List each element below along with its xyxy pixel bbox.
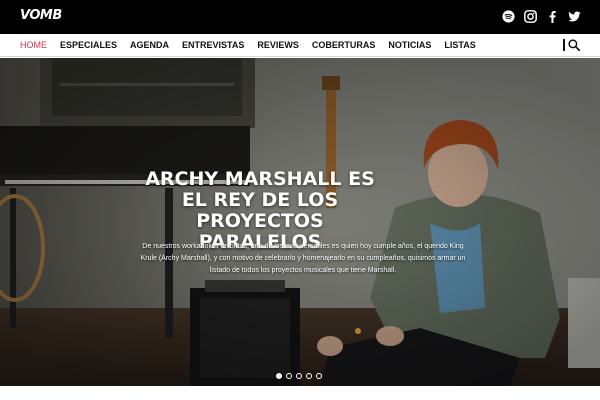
search-icon[interactable] bbox=[568, 39, 580, 51]
slider-dot-2[interactable] bbox=[286, 373, 292, 379]
instagram-icon[interactable] bbox=[524, 10, 537, 23]
hero-slider[interactable]: ARCHY MARSHALL ES EL REY DE LOS PROYECTO… bbox=[0, 58, 600, 386]
nav-item-reviews[interactable]: REVIEWS bbox=[257, 40, 299, 51]
slider-pagination bbox=[276, 373, 322, 379]
facebook-icon[interactable] bbox=[546, 10, 559, 23]
top-bar: VOMB bbox=[0, 0, 600, 34]
slider-dot-3[interactable] bbox=[296, 373, 302, 379]
nav-item-entrevistas[interactable]: ENTREVISTAS bbox=[182, 40, 244, 51]
slider-dot-4[interactable] bbox=[306, 373, 312, 379]
nav-item-especiales[interactable]: ESPECIALES bbox=[60, 40, 117, 51]
search-button[interactable] bbox=[563, 39, 580, 51]
slider-dot-1[interactable] bbox=[276, 373, 282, 379]
nav-menu: HOME ESPECIALES AGENDA ENTREVISTAS REVIE… bbox=[20, 40, 489, 51]
main-nav: HOME ESPECIALES AGENDA ENTREVISTAS REVIE… bbox=[0, 34, 600, 57]
hero-description: De nuestros workaholics favoritos, uno d… bbox=[140, 243, 466, 274]
nav-item-coberturas[interactable]: COBERTURAS bbox=[312, 40, 376, 51]
twitter-icon[interactable] bbox=[568, 10, 581, 23]
site-logo[interactable]: VOMB bbox=[20, 9, 62, 23]
spotify-icon[interactable] bbox=[502, 10, 515, 23]
slider-dot-5[interactable] bbox=[316, 373, 322, 379]
nav-item-listas[interactable]: LISTAS bbox=[444, 40, 475, 51]
nav-item-home[interactable]: HOME bbox=[20, 40, 47, 51]
search-divider bbox=[563, 39, 565, 51]
nav-item-agenda[interactable]: AGENDA bbox=[130, 40, 169, 51]
nav-item-noticias[interactable]: NOTICIAS bbox=[388, 40, 431, 51]
page-bottom-strip bbox=[0, 386, 600, 400]
social-links bbox=[502, 10, 581, 23]
